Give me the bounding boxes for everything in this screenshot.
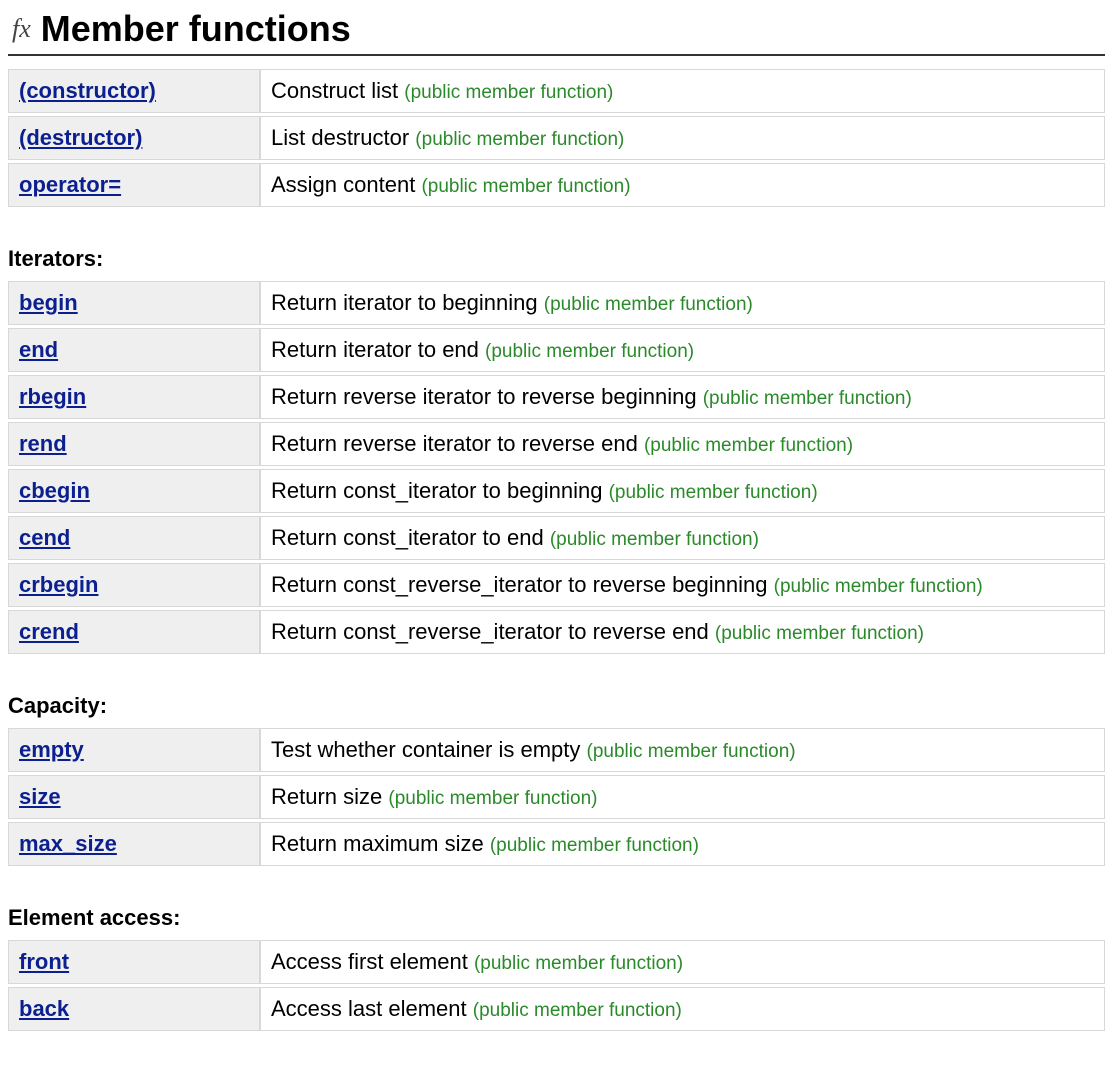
func-desc: Return maximum size — [271, 831, 484, 856]
func-link-operator-assign[interactable]: operator= — [19, 172, 121, 197]
section-title-element-access: Element access: — [8, 905, 1105, 931]
capacity-table: empty Test whether container is empty (p… — [8, 725, 1105, 869]
table-row: crend Return const_reverse_iterator to r… — [8, 610, 1105, 654]
func-link-empty[interactable]: empty — [19, 737, 84, 762]
table-row: back Access last element (public member … — [8, 987, 1105, 1031]
func-desc: Access first element — [271, 949, 468, 974]
table-row: operator= Assign content (public member … — [8, 163, 1105, 207]
func-desc: Assign content — [271, 172, 415, 197]
member-tag: (public member function) — [544, 294, 753, 315]
func-link-crbegin[interactable]: crbegin — [19, 572, 98, 597]
member-tag: (public member function) — [421, 176, 630, 197]
table-row: rend Return reverse iterator to reverse … — [8, 422, 1105, 466]
member-tag: (public member function) — [715, 623, 924, 644]
member-tag: (public member function) — [485, 341, 694, 362]
member-tag: (public member function) — [774, 576, 983, 597]
func-desc: Return iterator to end — [271, 337, 479, 362]
member-tag: (public member function) — [490, 835, 699, 856]
table-row: rbegin Return reverse iterator to revers… — [8, 375, 1105, 419]
table-row: (destructor) List destructor (public mem… — [8, 116, 1105, 160]
section-title-iterators: Iterators: — [8, 246, 1105, 272]
member-tag: (public member function) — [550, 529, 759, 550]
table-row: empty Test whether container is empty (p… — [8, 728, 1105, 772]
func-desc: Return iterator to beginning — [271, 290, 538, 315]
func-link-back[interactable]: back — [19, 996, 69, 1021]
func-link-end[interactable]: end — [19, 337, 58, 362]
func-desc: Return const_reverse_iterator to reverse… — [271, 619, 709, 644]
func-link-rend[interactable]: rend — [19, 431, 67, 456]
iterators-table: begin Return iterator to beginning (publ… — [8, 278, 1105, 657]
func-desc: Return reverse iterator to reverse end — [271, 431, 638, 456]
page-header: fx Member functions — [8, 8, 1105, 56]
func-desc: Return const_reverse_iterator to reverse… — [271, 572, 768, 597]
table-row: cbegin Return const_iterator to beginnin… — [8, 469, 1105, 513]
member-tag: (public member function) — [415, 129, 624, 150]
func-link-begin[interactable]: begin — [19, 290, 78, 315]
member-tag: (public member function) — [703, 388, 912, 409]
func-link-cbegin[interactable]: cbegin — [19, 478, 90, 503]
func-desc: Access last element — [271, 996, 467, 1021]
func-link-crend[interactable]: crend — [19, 619, 79, 644]
member-functions-table: (constructor) Construct list (public mem… — [8, 66, 1105, 210]
func-link-size[interactable]: size — [19, 784, 61, 809]
member-tag: (public member function) — [644, 435, 853, 456]
member-tag: (public member function) — [587, 741, 796, 762]
table-row: cend Return const_iterator to end (publi… — [8, 516, 1105, 560]
member-tag: (public member function) — [609, 482, 818, 503]
func-desc: Return reverse iterator to reverse begin… — [271, 384, 697, 409]
func-desc: List destructor — [271, 125, 409, 150]
member-tag: (public member function) — [388, 788, 597, 809]
member-tag: (public member function) — [404, 82, 613, 103]
func-link-max-size[interactable]: max_size — [19, 831, 117, 856]
func-link-rbegin[interactable]: rbegin — [19, 384, 86, 409]
func-desc: Construct list — [271, 78, 398, 103]
section-title-capacity: Capacity: — [8, 693, 1105, 719]
func-link-cend[interactable]: cend — [19, 525, 70, 550]
func-desc: Return const_iterator to beginning — [271, 478, 602, 503]
member-tag: (public member function) — [474, 953, 683, 974]
func-desc: Return const_iterator to end — [271, 525, 544, 550]
table-row: begin Return iterator to beginning (publ… — [8, 281, 1105, 325]
table-row: max_size Return maximum size (public mem… — [8, 822, 1105, 866]
table-row: (constructor) Construct list (public mem… — [8, 69, 1105, 113]
func-desc: Test whether container is empty — [271, 737, 580, 762]
table-row: end Return iterator to end (public membe… — [8, 328, 1105, 372]
table-row: front Access first element (public membe… — [8, 940, 1105, 984]
function-icon: fx — [12, 14, 31, 44]
table-row: size Return size (public member function… — [8, 775, 1105, 819]
element-access-table: front Access first element (public membe… — [8, 937, 1105, 1034]
page-title: Member functions — [41, 8, 351, 50]
member-tag: (public member function) — [473, 1000, 682, 1021]
func-link-destructor[interactable]: (destructor) — [19, 125, 142, 150]
func-desc: Return size — [271, 784, 382, 809]
func-link-constructor[interactable]: (constructor) — [19, 78, 156, 103]
table-row: crbegin Return const_reverse_iterator to… — [8, 563, 1105, 607]
func-link-front[interactable]: front — [19, 949, 69, 974]
